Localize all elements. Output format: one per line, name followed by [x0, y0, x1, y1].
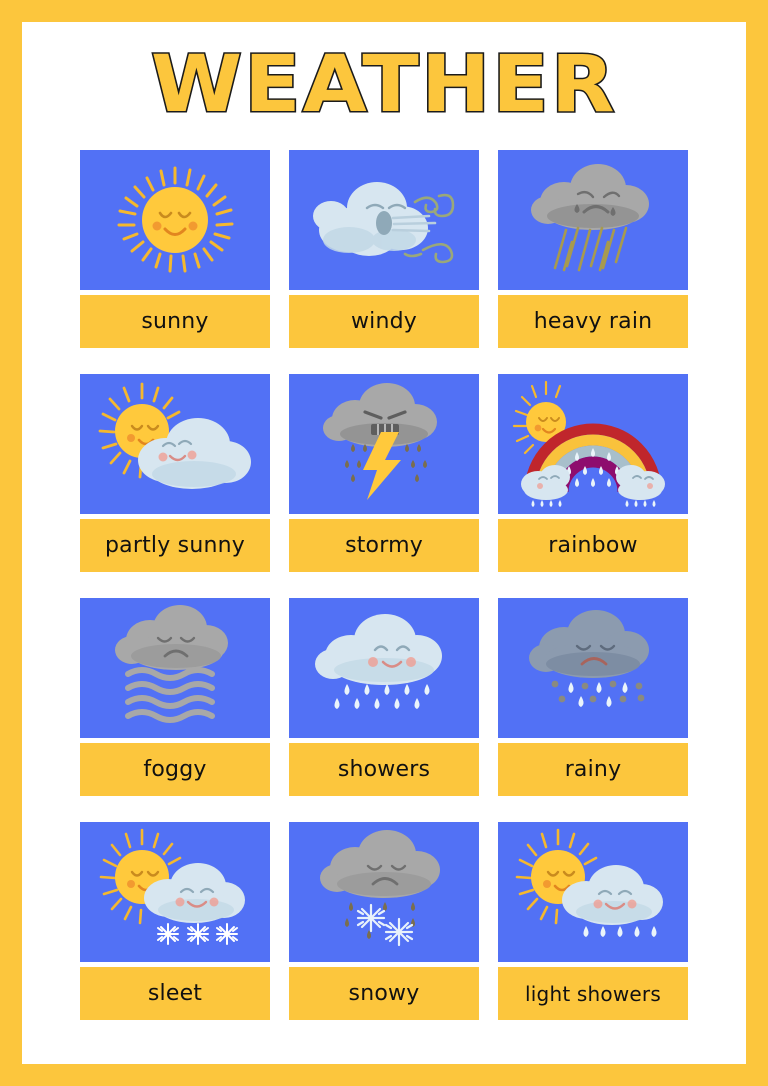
poster-sheet: WEATHER sunny windy heavy rain partly su…: [22, 22, 746, 1064]
weather-card-grid: sunny windy heavy rain partly sunny stor…: [80, 150, 688, 1020]
card-label-windy: windy: [289, 295, 479, 348]
weather-poster: WEATHER sunny windy heavy rain partly su…: [0, 0, 768, 1086]
weather-card-sleet[interactable]: sleet: [80, 822, 270, 1020]
weather-card-snowy[interactable]: snowy: [289, 822, 479, 1020]
card-label-snowy: snowy: [289, 967, 479, 1020]
card-label-showers: showers: [289, 743, 479, 796]
card-image-rainbow: [498, 374, 688, 514]
weather-card-partly-sunny[interactable]: partly sunny: [80, 374, 270, 572]
weather-card-windy[interactable]: windy: [289, 150, 479, 348]
card-label-sleet: sleet: [80, 967, 270, 1020]
page-title: WEATHER: [149, 40, 617, 130]
card-label-rainbow: rainbow: [498, 519, 688, 572]
card-label-heavy-rain: heavy rain: [498, 295, 688, 348]
card-image-sleet: [80, 822, 270, 962]
weather-card-light-showers[interactable]: light showers: [498, 822, 688, 1020]
card-image-stormy: [289, 374, 479, 514]
weather-card-rainy[interactable]: rainy: [498, 598, 688, 796]
weather-card-rainbow[interactable]: rainbow: [498, 374, 688, 572]
weather-card-foggy[interactable]: foggy: [80, 598, 270, 796]
card-label-foggy: foggy: [80, 743, 270, 796]
card-image-showers: [289, 598, 479, 738]
card-label-partly-sunny: partly sunny: [80, 519, 270, 572]
card-image-windy: [289, 150, 479, 290]
weather-card-showers[interactable]: showers: [289, 598, 479, 796]
weather-card-sunny[interactable]: sunny: [80, 150, 270, 348]
card-image-foggy: [80, 598, 270, 738]
card-image-light-showers: [498, 822, 688, 962]
card-image-snowy: [289, 822, 479, 962]
card-label-sunny: sunny: [80, 295, 270, 348]
card-image-sunny: [80, 150, 270, 290]
card-image-rainy: [498, 598, 688, 738]
weather-card-stormy[interactable]: stormy: [289, 374, 479, 572]
weather-card-heavy-rain[interactable]: heavy rain: [498, 150, 688, 348]
card-label-rainy: rainy: [498, 743, 688, 796]
card-image-heavy-rain: [498, 150, 688, 290]
card-label-light-showers: light showers: [498, 967, 688, 1020]
card-image-partly-sunny: [80, 374, 270, 514]
card-label-stormy: stormy: [289, 519, 479, 572]
